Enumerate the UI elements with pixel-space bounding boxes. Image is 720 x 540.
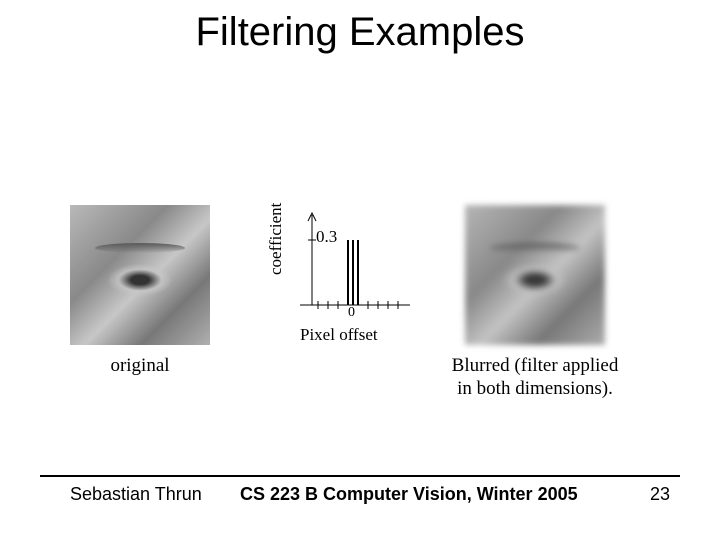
footer-page-number: 23 xyxy=(650,484,670,505)
slide: Filtering Examples original coefficient … xyxy=(0,0,720,540)
blurred-panel: Blurred (filter applied in both dimensio… xyxy=(450,205,620,401)
original-panel: original xyxy=(70,205,210,378)
kernel-panel: coefficient 0.3 0 Pixel offset xyxy=(270,205,420,345)
footer-divider xyxy=(40,475,680,477)
blurred-image xyxy=(465,205,605,345)
kernel-plot: coefficient 0.3 0 Pixel offset xyxy=(270,205,420,345)
original-image xyxy=(70,205,210,345)
original-caption: original xyxy=(110,355,169,378)
blurred-caption: Blurred (filter applied in both dimensio… xyxy=(450,355,620,401)
slide-title: Filtering Examples xyxy=(0,10,720,55)
content-row: original coefficient 0.3 0 Pixel offset xyxy=(70,205,670,401)
kernel-svg xyxy=(290,205,420,325)
footer-author: Sebastian Thrun xyxy=(70,484,202,505)
footer-course: CS 223 B Computer Vision, Winter 2005 xyxy=(240,484,578,505)
kernel-xlabel: Pixel offset xyxy=(300,325,378,345)
kernel-ylabel: coefficient xyxy=(266,203,286,275)
